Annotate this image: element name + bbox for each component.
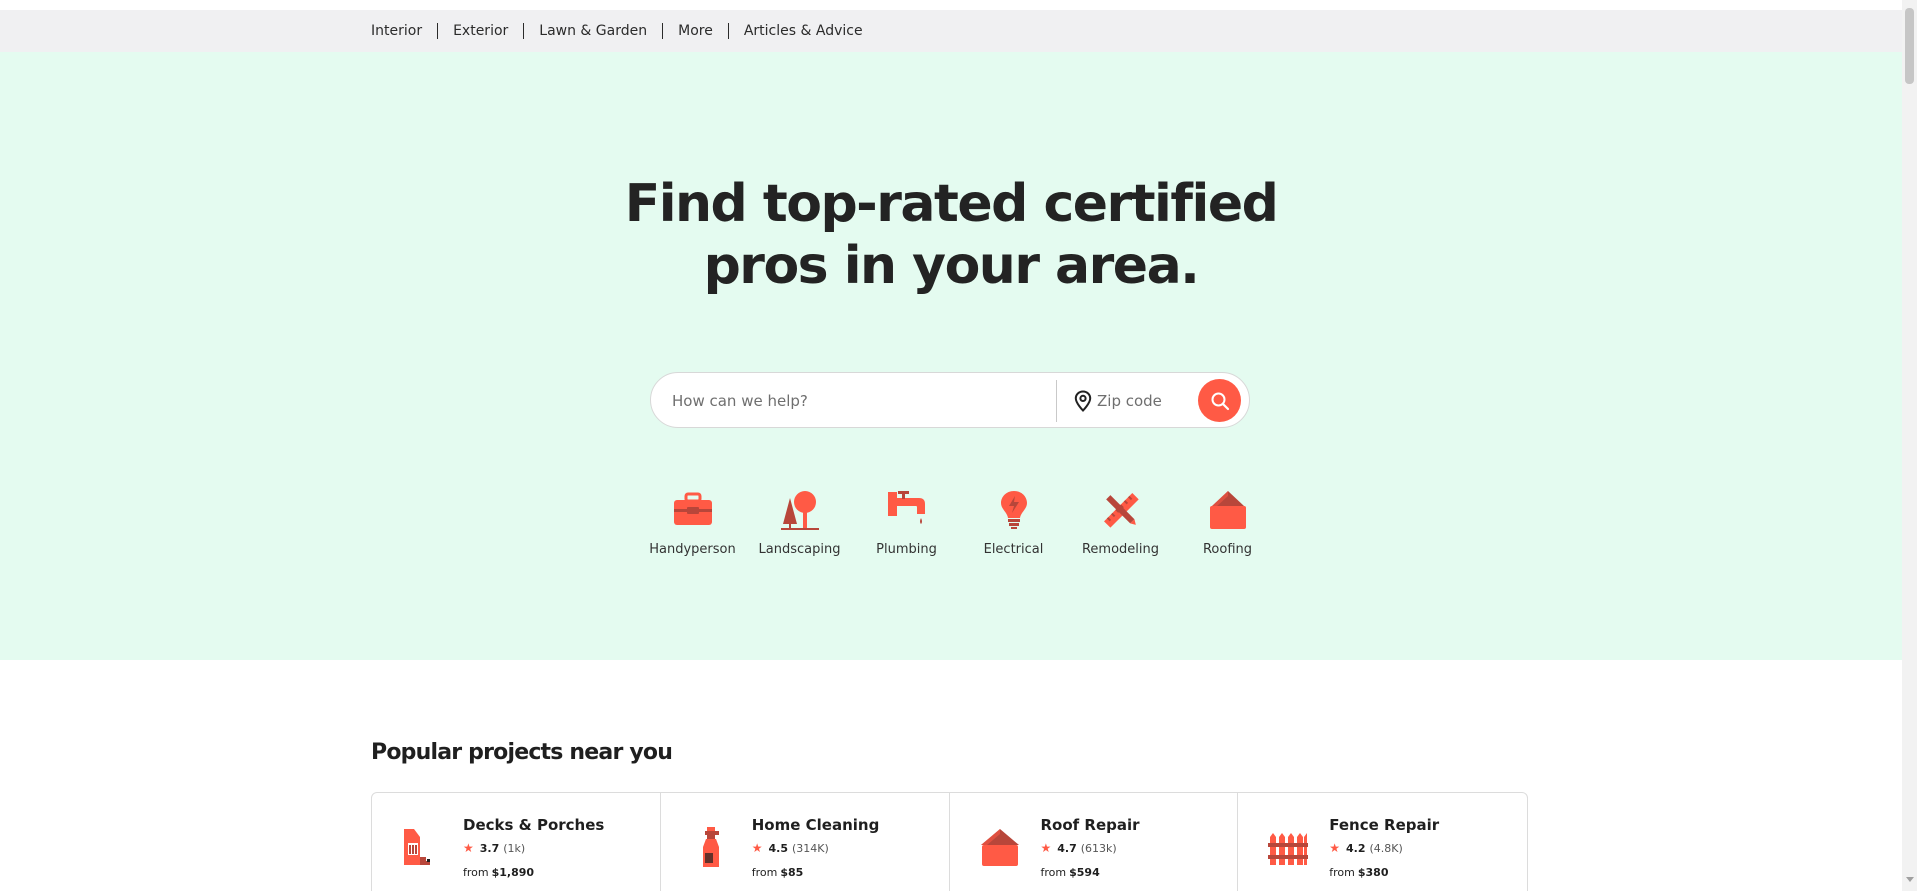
price-amount: $594 [1069,866,1100,879]
deck-paint-icon [404,829,430,865]
category-list: Handyperson Landscaping Plumbing Electri… [639,488,1281,557]
star-icon: ★ [463,841,474,855]
category-electrical[interactable]: Electrical [960,488,1067,557]
page: Interior Exterior Lawn & Garden More Art… [0,0,1917,891]
top-strip [0,0,1902,10]
nav-separator [662,23,664,39]
zip-code-input[interactable] [1097,389,1187,413]
rating-value: 4.5 [768,841,789,855]
hero-headline: Find top-rated certified pros in your ar… [551,173,1351,297]
star-icon: ★ [1040,841,1052,855]
price-prefix: from [1329,866,1355,879]
project-price: from $594 [1041,866,1100,879]
ruler-pencil-icon [1103,493,1139,528]
nav-separator [727,23,729,39]
search-button[interactable] [1198,379,1241,422]
star-icon: ★ [1329,841,1341,855]
category-remodeling[interactable]: Remodeling [1067,488,1174,557]
category-label: Remodeling [1081,542,1160,557]
nav-separator [523,23,525,39]
vertical-scrollbar[interactable] [1902,0,1917,891]
hero-headline-line2: pros in your area. [703,236,1200,296]
house-roof-icon [980,829,1019,866]
rating-value: 4.7 [1057,841,1077,855]
tree-icon [780,491,819,530]
spray-bottle-icon [702,827,719,867]
scroll-down-arrow-icon[interactable] [1906,877,1914,882]
project-card-decks-porches[interactable]: Decks & Porches ★ 3.7 (1k) from $1,890 [372,793,661,891]
category-plumbing[interactable]: Plumbing [853,488,960,557]
house-roof-icon [1209,491,1246,529]
star-icon: ★ [751,841,763,855]
nav-separator [437,23,439,39]
project-price: from $85 [752,866,804,879]
project-rating: ★ 3.7 (1k) [463,841,525,855]
location-pin-icon [1074,390,1092,412]
nav-item-exterior[interactable]: Exterior [453,23,508,39]
price-amount: $85 [780,866,804,879]
category-label: Handyperson [649,542,736,557]
lightbulb-icon [1000,491,1027,529]
project-card-fence-repair[interactable]: Fence Repair ★ 4.2 (4.8K) from $380 [1238,793,1527,891]
popular-projects-title: Popular projects near you [371,740,673,765]
project-price: from $380 [1329,866,1388,879]
project-card-home-cleaning[interactable]: Home Cleaning ★ 4.5 (314K) from $85 [661,793,950,891]
nav-item-lawn-garden[interactable]: Lawn & Garden [539,23,647,39]
category-label: Roofing [1202,542,1253,557]
rating-count: (4.8K) [1369,841,1403,855]
project-rating: ★ 4.7 (613k) [1041,841,1117,855]
nav-item-articles-advice[interactable]: Articles & Advice [744,23,863,39]
popular-projects-list: Decks & Porches ★ 3.7 (1k) from $1,890 Ho… [371,792,1528,891]
hero-headline-line1: Find top-rated certified [624,174,1279,234]
category-label: Electrical [983,542,1044,557]
search-icon [1211,392,1229,410]
nav-list: Interior Exterior Lawn & Garden More Art… [371,10,863,52]
fence-icon [1268,833,1309,865]
project-title: Decks & Porches [463,816,605,834]
project-rating: ★ 4.5 (314K) [752,841,829,855]
search-bar [650,372,1250,428]
rating-value: 4.2 [1346,841,1366,855]
rating-count: (1k) [503,841,526,855]
project-title: Roof Repair [1040,816,1140,834]
nav-item-interior[interactable]: Interior [371,23,422,39]
project-price: from $1,890 [463,866,534,879]
search-divider [1056,380,1057,422]
rating-value: 3.7 [479,841,500,855]
price-amount: $1,890 [491,866,535,879]
category-roofing[interactable]: Roofing [1174,488,1281,557]
project-rating: ★ 4.2 (4.8K) [1329,841,1403,855]
category-label: Plumbing [876,542,937,557]
hero-section [0,52,1902,660]
category-landscaping[interactable]: Landscaping [746,488,853,557]
project-title: Fence Repair [1329,816,1440,834]
price-prefix: from [1040,866,1067,879]
price-prefix: from [463,866,489,879]
scrollbar-thumb[interactable] [1905,8,1914,84]
top-nav: Interior Exterior Lawn & Garden More Art… [0,10,1902,52]
category-handyperson[interactable]: Handyperson [639,488,746,557]
category-label: Landscaping [758,542,841,557]
search-input[interactable] [672,389,1032,413]
faucet-icon [887,491,925,524]
rating-count: (613k) [1080,841,1117,855]
project-title: Home Cleaning [751,816,880,834]
price-amount: $380 [1357,866,1389,879]
price-prefix: from [751,866,778,879]
toolbox-icon [673,492,712,525]
nav-item-more[interactable]: More [678,23,713,39]
rating-count: (314K) [792,841,829,855]
project-card-roof-repair[interactable]: Roof Repair ★ 4.7 (613k) from $594 [950,793,1239,891]
